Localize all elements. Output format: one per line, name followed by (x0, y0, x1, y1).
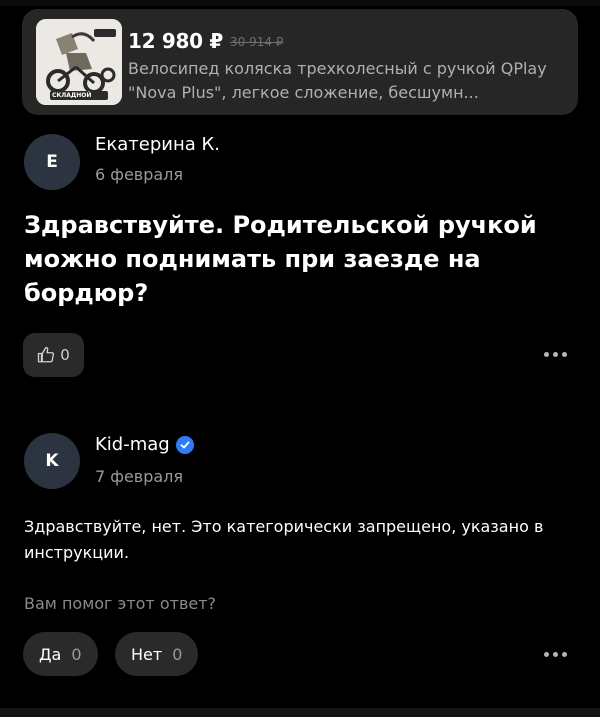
question-author-name: Екатерина К. (95, 134, 220, 155)
more-dots-icon (543, 651, 549, 657)
answer-avatar: K (24, 433, 80, 489)
helpful-question: Вам помог этот ответ? (24, 594, 217, 613)
yes-count: 0 (71, 644, 82, 664)
question-date: 6 февраля (95, 165, 184, 184)
more-dot (561, 651, 567, 657)
no-count: 0 (172, 644, 183, 664)
more-dots-icon (543, 351, 549, 357)
question-avatar: Е (24, 134, 80, 190)
top-status-strip (0, 0, 600, 6)
product-card[interactable]: СКЛАДНОЙ 12 980 ₽ 30 914 ₽ Велосипед кол… (22, 9, 578, 115)
verified-check-icon (175, 435, 194, 454)
bottom-strip (0, 708, 600, 717)
answer-more-button[interactable] (537, 642, 573, 666)
helpful-yes-button[interactable]: Да 0 (23, 632, 98, 676)
no-label: Нет (131, 644, 163, 664)
product-old-price: 30 914 ₽ (230, 35, 284, 49)
answer-date: 7 февраля (95, 467, 184, 486)
like-count: 0 (60, 346, 70, 364)
more-dot (552, 651, 558, 657)
more-dot (552, 351, 558, 357)
product-title[interactable]: Велосипед коляска трехколесный с ручкой … (128, 57, 568, 105)
product-image-label: СКЛАДНОЙ (52, 92, 92, 99)
question-more-button[interactable] (537, 342, 573, 366)
question-author: Екатерина К. (95, 134, 220, 155)
answer-text: Здравствуйте, нет. Это категорически зап… (24, 517, 544, 562)
question-text: Здравствуйте. Родительской ручкой можно … (24, 211, 537, 307)
answer-author: Kid-mag (95, 434, 194, 455)
helpful-no-button[interactable]: Нет 0 (115, 632, 199, 676)
thumbs-up-icon (38, 346, 55, 363)
like-button[interactable]: 0 (23, 333, 84, 377)
more-dot (561, 351, 567, 357)
answer-author-name: Kid-mag (95, 434, 170, 455)
product-price: 12 980 ₽ (128, 29, 224, 53)
product-image: СКЛАДНОЙ (36, 19, 122, 105)
yes-label: Да (39, 644, 62, 664)
